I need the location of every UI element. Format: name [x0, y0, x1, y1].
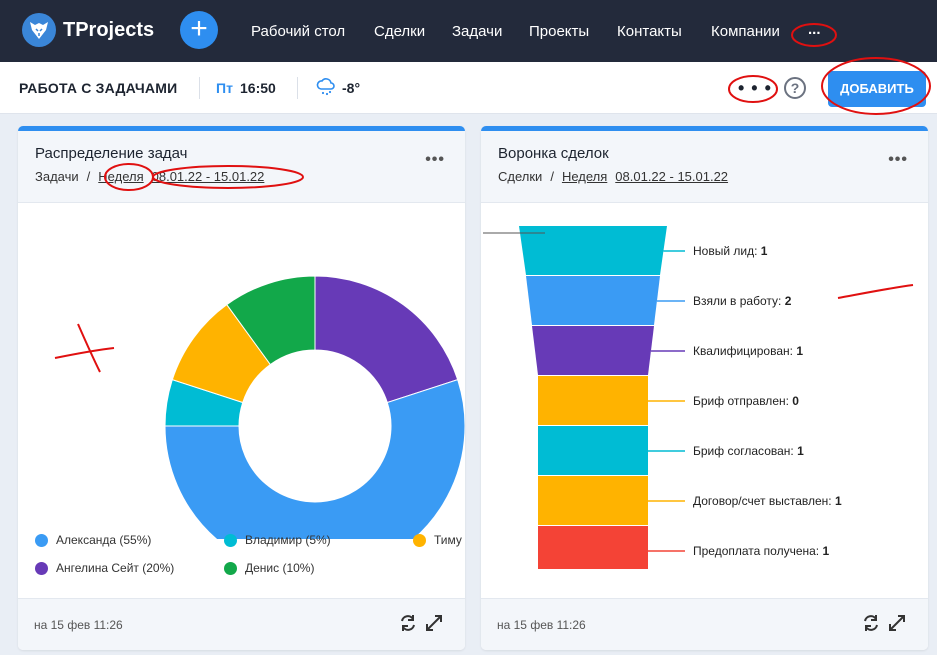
legend-swatch: [35, 561, 48, 575]
legend-item[interactable]: Тиму: [413, 533, 462, 547]
legend-swatch: [35, 533, 48, 547]
brand-name[interactable]: TProjects: [63, 19, 154, 42]
stage-name: Договор/счет выставлен:: [693, 494, 832, 508]
snow-cloud-icon: [316, 78, 336, 101]
page-title: РАБОТА С ЗАДАЧАМИ: [19, 80, 178, 96]
clock-time: 16:50: [240, 80, 276, 96]
temperature-value: -8°: [342, 80, 361, 96]
legend-swatch: [413, 533, 426, 547]
legend-label: Владимир (5%): [245, 533, 331, 547]
funnel-stage[interactable]: [538, 526, 648, 569]
widget-menu-button[interactable]: •••: [425, 151, 445, 169]
refresh-icon[interactable]: [861, 613, 881, 638]
legend-label: Денис (10%): [245, 561, 315, 575]
stage-name: Предоплата получена:: [693, 544, 820, 558]
header-divider: [199, 77, 200, 99]
donut-chart: [164, 275, 465, 539]
legend-label: Ангелина Сейт (20%): [56, 561, 175, 575]
stage-name: Новый лид:: [693, 244, 758, 258]
nav-item-contacts[interactable]: Контакты: [617, 23, 682, 40]
quick-add-button[interactable]: +: [180, 11, 218, 49]
add-button[interactable]: ДОБАВИТЬ: [828, 71, 926, 107]
breadcrumb: Задачи / Неделя 08.01.22 - 15.01.22: [35, 169, 264, 184]
funnel-stage-label: Взяли в работу: 2: [693, 294, 791, 308]
crumb-separator: /: [86, 169, 91, 184]
stage-name: Бриф согласован:: [693, 444, 794, 458]
stage-count: 1: [834, 494, 842, 508]
expand-icon[interactable]: [424, 613, 444, 638]
widget-title: Распределение задач: [35, 145, 188, 162]
funnel-stage[interactable]: [532, 326, 654, 375]
legend-item[interactable]: Александа (55%): [35, 533, 151, 547]
funnel-stage[interactable]: [538, 476, 648, 525]
nav-item-desktop[interactable]: Рабочий стол: [251, 23, 345, 40]
stage-count: 1: [796, 344, 804, 358]
stage-name: Квалифицирован:: [693, 344, 793, 358]
refresh-icon[interactable]: [398, 613, 418, 638]
crumb-root[interactable]: Задачи: [35, 169, 79, 184]
funnel-stage[interactable]: [538, 426, 648, 475]
period-selector[interactable]: Неделя: [562, 169, 607, 184]
page-header: РАБОТА С ЗАДАЧАМИ Пт 16:50 -8° • • • ? Д…: [0, 62, 937, 114]
nav-item-projects[interactable]: Проекты: [529, 23, 589, 40]
header-more-button[interactable]: • • •: [738, 78, 772, 99]
deal-funnel-widget: Воронка сделок Сделки / Неделя 08.01.22 …: [481, 126, 928, 650]
breadcrumb: Сделки / Неделя 08.01.22 - 15.01.22: [498, 169, 728, 184]
stage-count: 1: [760, 244, 768, 258]
stage-count: 1: [822, 544, 830, 558]
legend-label: Александа (55%): [56, 533, 152, 547]
crumb-separator: /: [550, 169, 554, 184]
legend-label: Тиму: [434, 533, 462, 547]
tiger-logo-icon[interactable]: [22, 13, 56, 47]
date-range-selector[interactable]: 08.01.22 - 15.01.22: [615, 169, 728, 184]
funnel-stage-label: Предоплата получена: 1: [693, 544, 829, 558]
legend-swatch: [224, 533, 237, 547]
header-divider: [297, 77, 298, 99]
nav-more-button[interactable]: ...: [808, 21, 821, 38]
updated-timestamp: на 15 фев 11:26: [497, 618, 586, 632]
widget-header: Распределение задач Задачи / Неделя 08.0…: [18, 131, 465, 203]
donut-slice[interactable]: [314, 275, 459, 404]
widget-footer: на 15 фев 11:26: [481, 598, 928, 650]
widget-title: Воронка сделок: [498, 145, 609, 162]
updated-timestamp: на 15 фев 11:26: [34, 618, 123, 632]
nav-item-companies[interactable]: Компании: [711, 23, 780, 40]
funnel-stage-label: Бриф отправлен: 0: [693, 394, 799, 408]
funnel-stage-label: Квалифицирован: 1: [693, 344, 803, 358]
task-distribution-widget: Распределение задач Задачи / Неделя 08.0…: [18, 126, 465, 650]
help-icon[interactable]: ?: [784, 77, 806, 99]
funnel-stage-label: Бриф согласован: 1: [693, 444, 804, 458]
stage-name: Бриф отправлен:: [693, 394, 789, 408]
legend-item[interactable]: Владимир (5%): [224, 533, 331, 547]
funnel-stage[interactable]: [538, 376, 648, 425]
expand-icon[interactable]: [887, 613, 907, 638]
stage-count: 0: [792, 394, 799, 408]
crumb-root[interactable]: Сделки: [498, 169, 542, 184]
stage-count: 1: [797, 444, 804, 458]
date-range-selector[interactable]: 08.01.22 - 15.01.22: [152, 169, 265, 184]
nav-item-deals[interactable]: Сделки: [374, 23, 425, 40]
funnel-stage-label: Новый лид: 1: [693, 244, 767, 258]
legend-item[interactable]: Денис (10%): [224, 561, 314, 575]
widget-footer: на 15 фев 11:26: [18, 598, 465, 650]
top-navigation-bar: TProjects + Рабочий стол Сделки Задачи П…: [0, 0, 937, 62]
period-selector[interactable]: Неделя: [98, 169, 143, 184]
stage-count: 2: [784, 294, 792, 308]
nav-item-tasks[interactable]: Задачи: [452, 23, 502, 40]
legend-item[interactable]: Ангелина Сейт (20%): [35, 561, 174, 575]
stage-name: Взяли в работу:: [693, 294, 782, 308]
widget-menu-button[interactable]: •••: [888, 151, 908, 169]
funnel-stage[interactable]: [526, 276, 660, 325]
weekday-label: Пт: [216, 80, 233, 96]
legend-swatch: [224, 561, 237, 575]
widget-header: Воронка сделок Сделки / Неделя 08.01.22 …: [481, 131, 928, 203]
funnel-chart: [483, 226, 685, 569]
funnel-stage-label: Договор/счет выставлен: 1: [693, 494, 842, 508]
